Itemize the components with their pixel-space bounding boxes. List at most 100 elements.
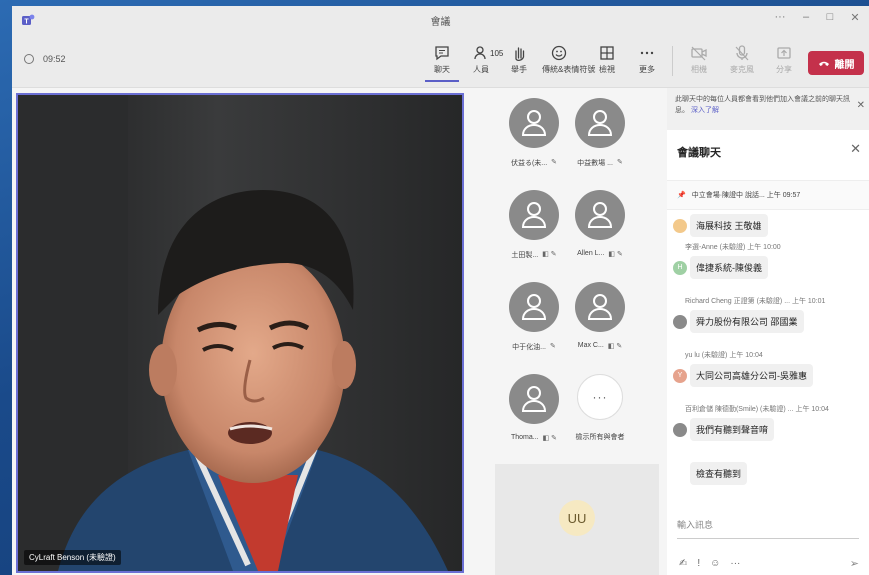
dismiss-notice-icon[interactable]: ✕ xyxy=(857,100,865,111)
chat-message[interactable]: 百利倉儲 陳德勤(Smile) (未驗證) ... 上午 10:04 我們有聽到聲… xyxy=(673,404,829,441)
sender-avatar: H xyxy=(673,260,687,275)
message-sender: 百利倉儲 陳德勤(Smile) (未驗證) ... 上午 10:04 xyxy=(685,406,829,413)
react-button[interactable]: 傳統&表情符號 xyxy=(542,40,596,82)
learn-more-link[interactable]: 深入了解 xyxy=(691,107,719,114)
tile-name: 土田製... xyxy=(511,252,539,259)
participant-tile[interactable]: ··· 檢示所有與會者 xyxy=(565,374,635,470)
message-text: 舜力股份有限公司 邵國業 xyxy=(690,310,804,333)
participant-tile[interactable]: 中于化油... ✎ xyxy=(499,282,569,378)
participant-avatar xyxy=(509,282,559,332)
chat-button[interactable]: 聊天 xyxy=(425,40,459,82)
people-button[interactable]: 人員 xyxy=(464,40,498,82)
react-label: 傳統&表情符號 xyxy=(542,65,596,74)
raise-hand-label: 舉手 xyxy=(511,65,527,74)
mic-button[interactable]: 麥克風 xyxy=(725,40,759,82)
message-text: 我們有聽到聲音唷 xyxy=(690,418,775,441)
speaker-video-image xyxy=(18,95,462,571)
raise-hand-button[interactable]: 舉手 xyxy=(502,40,536,82)
compose-box[interactable]: 輸入訊息 xyxy=(677,518,859,531)
person-icon xyxy=(521,110,547,136)
chat-notice-banner: 此聊天中的每位人員都會看到他們加入會議之前的聊天訊息。 深入了解 ✕ xyxy=(667,88,869,130)
camera-off-icon xyxy=(691,46,707,61)
ellipsis-icon xyxy=(640,51,654,55)
participant-tile[interactable]: 中益數場 ... ✎ xyxy=(565,98,635,194)
participant-avatar xyxy=(509,190,559,240)
message-sender: Richard Cheng 正證第 (未驗證) ... 上午 10:01 xyxy=(685,298,826,305)
mic-status-icon: ✎ xyxy=(616,159,623,166)
participant-tile[interactable]: 土田製... ◧ ✎ xyxy=(499,190,569,286)
tile-name: 中益數場 ... xyxy=(577,160,613,167)
self-view-panel[interactable]: UU xyxy=(495,464,659,575)
pinned-message-text: 中立會場·陳證中 說話... 上午 09:57 xyxy=(691,192,801,199)
participant-tile[interactable]: Max C... ◧ ✎ xyxy=(565,282,635,378)
chat-message[interactable]: Richard Cheng 正證第 (未驗證) ... 上午 10:01 舜力股份… xyxy=(673,296,825,333)
close-button[interactable]: ✕ xyxy=(845,11,865,24)
chat-message[interactable]: 海展科技 王敬雄 xyxy=(673,210,768,237)
important-icon[interactable]: ! xyxy=(697,558,700,569)
participant-avatar xyxy=(509,374,559,424)
send-icon[interactable]: ➢ xyxy=(850,557,859,570)
self-avatar: UU xyxy=(559,500,595,536)
speaker-name-tag: CyLraft Benson (未驗證) xyxy=(24,550,121,565)
close-chat-icon[interactable]: ✕ xyxy=(850,141,861,157)
pin-icon: 📌 xyxy=(677,192,686,199)
tile-name: 伏益る(未... xyxy=(510,160,548,167)
person-icon xyxy=(587,202,613,228)
participant-avatar xyxy=(575,98,625,148)
timer-icon xyxy=(24,54,34,64)
participant-tile[interactable]: Allen L... ◧ ✎ xyxy=(565,190,635,286)
leave-button[interactable]: 離開 xyxy=(808,51,864,75)
sender-avatar xyxy=(673,422,687,437)
raise-hand-icon xyxy=(515,47,525,61)
sender-avatar xyxy=(673,218,687,233)
leave-label: 離開 xyxy=(834,59,855,71)
mic-status-icon: ◧ ✎ xyxy=(608,251,623,258)
tile-name: Max C... xyxy=(577,342,604,349)
maximize-button[interactable]: □ xyxy=(820,11,840,23)
share-button[interactable]: 分享 xyxy=(767,40,801,82)
participant-tile[interactable]: 伏益る(未... ✎ xyxy=(499,98,569,194)
chat-icon xyxy=(435,46,449,61)
grid-view-icon xyxy=(600,46,614,60)
chat-message[interactable]: 李選-Anne (未驗證) 上午 10:00 H 偉捷系統-陳俊義 xyxy=(673,242,781,279)
compose-underline xyxy=(677,538,859,539)
meeting-chat-panel: 此聊天中的每位人員都會看到他們加入會議之前的聊天訊息。 深入了解 ✕ 會議聊天 … xyxy=(667,88,869,575)
more-actions-icon[interactable]: ··· xyxy=(730,558,740,569)
more-options-icon[interactable]: ··· xyxy=(770,11,790,23)
share-label: 分享 xyxy=(776,65,792,74)
emoji-icon[interactable]: ☺ xyxy=(710,558,720,569)
toolbar-divider xyxy=(672,46,673,76)
message-text: 檢查有聽到 xyxy=(690,462,748,485)
people-label: 人員 xyxy=(473,65,489,74)
person-icon xyxy=(521,202,547,228)
compose-toolbar: ✍! ☺ ··· xyxy=(679,558,740,569)
chat-message[interactable]: 檢查有聽到 xyxy=(673,458,748,485)
more-label: 更多 xyxy=(639,65,655,74)
person-icon xyxy=(521,386,547,412)
view-button[interactable]: 檢視 xyxy=(590,40,624,82)
pinned-message[interactable]: 📌 中立會場·陳證中 說話... 上午 09:57 xyxy=(667,180,869,210)
teams-meeting-window: T 會議 ··· – □ ✕ 09:52 聊天 人員 105 舉手 傳統&表情符… xyxy=(12,6,869,575)
tile-name: Thoma... xyxy=(510,434,539,441)
mic-status-icon: ◧ ✎ xyxy=(542,251,557,258)
participant-avatar xyxy=(575,190,625,240)
chat-message[interactable]: yu lu (未驗證) 上午 10:04 Y 大同公司高雄分公司-吳雅惠 xyxy=(673,350,813,387)
participant-avatar xyxy=(509,98,559,148)
tile-name: 檢示所有與會者 xyxy=(575,434,625,441)
more-button[interactable]: 更多 xyxy=(630,40,664,82)
format-icon[interactable]: ✍ xyxy=(679,558,687,569)
mic-label: 麥克風 xyxy=(730,65,754,74)
message-sender: 李選-Anne (未驗證) 上午 10:00 xyxy=(685,244,781,251)
window-title: 會議 xyxy=(430,17,451,28)
camera-button[interactable]: 相機 xyxy=(682,40,716,82)
main-video-feed[interactable]: CyLraft Benson (未驗證) xyxy=(16,93,464,573)
person-icon xyxy=(587,294,613,320)
view-all-attendees-icon: ··· xyxy=(577,374,623,420)
person-icon xyxy=(521,294,547,320)
meeting-timer: 09:52 xyxy=(24,54,66,64)
participant-tile[interactable]: Thoma... ◧ ✎ xyxy=(499,374,569,470)
chat-label: 聊天 xyxy=(434,65,450,74)
people-icon xyxy=(474,46,486,60)
minimize-button[interactable]: – xyxy=(796,11,816,23)
tile-name: Allen L... xyxy=(577,250,605,257)
